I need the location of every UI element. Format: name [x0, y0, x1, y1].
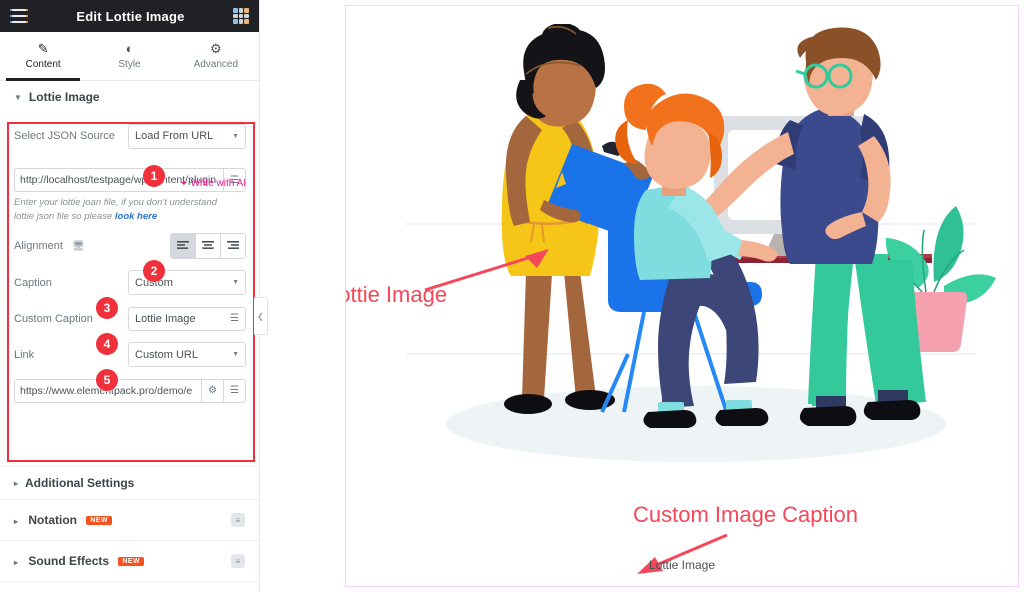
- tab-style[interactable]: ◐ Style: [86, 32, 172, 80]
- custom-caption-control: Lottie Image ☰: [128, 306, 246, 331]
- field-caption: Caption Custom ▼: [0, 270, 260, 296]
- helper-line-1: Enter your lottie joan file, if you don'…: [14, 197, 218, 208]
- section-sound-effects-label: Sound Effects: [28, 554, 110, 568]
- annotation-custom-image-caption: Custom Image Caption: [633, 502, 858, 527]
- pencil-icon: ✎: [37, 41, 49, 56]
- json-helper-text: Enter your lottie joan file, if you don'…: [0, 196, 260, 224]
- section-lottie-image[interactable]: ▼ Lottie Image: [0, 81, 259, 113]
- link-value: Custom URL: [135, 348, 198, 361]
- json-source-select[interactable]: Load From URL ▼: [128, 123, 246, 149]
- tab-advanced[interactable]: ⚙ Advanced: [173, 32, 259, 80]
- contrast-icon: ◐: [125, 41, 134, 56]
- section-additional-settings[interactable]: ▸ Additional Settings: [0, 466, 259, 500]
- field-json-source: Select JSON Source Load From URL ▼: [0, 123, 260, 149]
- field-link: Link Custom URL ▼: [0, 342, 260, 368]
- chevron-down-icon: ▼: [232, 279, 239, 287]
- look-here-link[interactable]: look here: [115, 211, 157, 222]
- custom-caption-input[interactable]: Lottie Image: [128, 306, 224, 331]
- panel-bottom-sections: ▸ Additional Settings ▸ Notation NEW ≡ ▸…: [0, 466, 259, 582]
- sparkle-icon: ✦: [180, 178, 188, 188]
- link-select[interactable]: Custom URL ▼: [128, 342, 246, 368]
- arrow-to-caption-icon: [637, 533, 728, 574]
- new-badge: NEW: [86, 516, 112, 526]
- tab-content-label: Content: [25, 59, 61, 70]
- section-notation-left: ▸ Notation NEW: [14, 513, 112, 527]
- caret-right-icon: ▸: [14, 558, 19, 567]
- hamburger-menu-icon[interactable]: [10, 9, 28, 23]
- section-sound-effects-left: ▸ Sound Effects NEW: [14, 554, 144, 568]
- field-link-url: https://www.elementpack.pro/demo/e ⚙ ☰: [0, 378, 260, 403]
- step-badge-4: 4: [96, 333, 118, 355]
- tab-content[interactable]: ✎ Content: [0, 32, 86, 81]
- dynamic-tags-icon[interactable]: ☰: [224, 306, 246, 331]
- caret-right-icon: ▸: [14, 478, 19, 488]
- section-notation[interactable]: ▸ Notation NEW ≡: [0, 500, 259, 541]
- json-source-value: Load From URL: [135, 130, 214, 142]
- chevron-down-icon: ▼: [232, 351, 239, 359]
- alignment-label: Alignment 🖥: [14, 240, 170, 252]
- elementor-editor-panel: Edit Lottie Image ✎ Content ◐ Style ⚙ Ad…: [0, 0, 260, 592]
- page-canvas: Lottie Image Custom Image Caption Lottie…: [345, 5, 1019, 587]
- arrow-to-lottie-icon: [424, 249, 549, 292]
- alignment-button-group: [170, 232, 246, 259]
- page-title: Edit Lottie Image: [76, 8, 185, 24]
- caption-label: Caption: [14, 276, 52, 289]
- section-additional-settings-label: Additional Settings: [25, 476, 135, 490]
- step-badge-1: 1: [143, 165, 165, 187]
- write-with-ai-button[interactable]: ✦ Write with AI: [180, 178, 246, 189]
- json-source-label: Select JSON Source: [14, 130, 115, 142]
- caret-right-icon: ▸: [14, 517, 19, 526]
- caret-down-icon: ▼: [14, 92, 22, 102]
- grid-apps-icon[interactable]: [233, 8, 249, 24]
- dynamic-tags-icon[interactable]: ☰: [224, 378, 246, 403]
- field-custom-caption: Custom Caption Lottie Image ☰: [0, 306, 260, 331]
- align-left-icon[interactable]: [171, 233, 196, 258]
- step-badge-2: 2: [143, 260, 165, 282]
- helper-line-2: lottie json file so please: [14, 210, 113, 222]
- new-badge: NEW: [118, 557, 144, 567]
- lottie-image-fields: Select JSON Source Load From URL ▼ ✦ Wri…: [0, 123, 260, 407]
- align-right-icon[interactable]: [221, 233, 245, 258]
- step-badge-5: 5: [96, 369, 118, 391]
- section-sound-effects[interactable]: ▸ Sound Effects NEW ≡: [0, 541, 259, 582]
- gear-icon: ⚙: [209, 41, 222, 56]
- step-badge-3: 3: [96, 297, 118, 319]
- lottie-image-caption: Lottie Image: [648, 558, 716, 572]
- desktop-icon[interactable]: 🖥: [72, 241, 85, 252]
- field-alignment: Alignment 🖥: [0, 232, 260, 259]
- section-notation-label: Notation: [28, 513, 78, 527]
- alignment-label-text: Alignment: [14, 239, 63, 252]
- write-with-ai-label: Write with AI: [190, 178, 246, 189]
- pro-badge-icon: ≡: [231, 513, 245, 527]
- tab-style-label: Style: [118, 59, 141, 70]
- gear-icon[interactable]: ⚙: [202, 378, 224, 403]
- chevron-down-icon: ▼: [232, 132, 239, 140]
- panel-tabs: ✎ Content ◐ Style ⚙ Advanced: [0, 32, 259, 81]
- section-lottie-image-label: Lottie Image: [28, 90, 100, 104]
- panel-collapse-handle[interactable]: ❮: [254, 297, 268, 335]
- tab-advanced-label: Advanced: [193, 59, 239, 70]
- panel-header: Edit Lottie Image: [0, 0, 259, 32]
- align-center-icon[interactable]: [196, 233, 221, 258]
- pro-badge-icon: ≡: [231, 554, 245, 568]
